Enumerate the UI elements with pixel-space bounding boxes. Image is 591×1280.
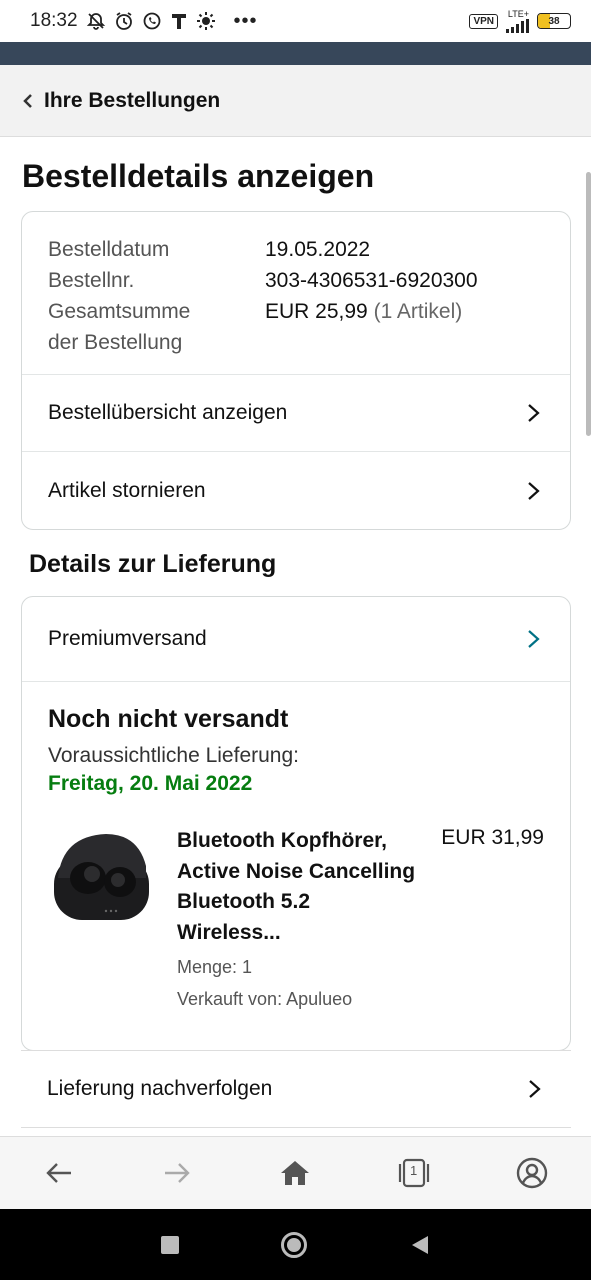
account-icon [516, 1157, 548, 1189]
order-meta: Bestelldatum 19.05.2022 Bestellnr. 303-4… [22, 212, 570, 375]
order-date-label: Bestelldatum [48, 238, 170, 261]
network-type: LTE+ [507, 8, 529, 19]
item-title[interactable]: Bluetooth Kopfhörer, Active Noise Cancel… [177, 826, 417, 948]
order-info-card: Bestelldatum 19.05.2022 Bestellnr. 303-4… [21, 211, 571, 530]
expected-delivery-label: Voraussichtliche Lieferung: [48, 744, 299, 767]
chevron-left-icon [23, 93, 32, 108]
back-to-orders[interactable]: Ihre Bestellungen [0, 65, 591, 137]
account-button[interactable] [502, 1143, 562, 1203]
home-nav-button[interactable] [281, 1231, 308, 1258]
item-info: Bluetooth Kopfhörer, Active Noise Cancel… [177, 826, 417, 1012]
item-seller: Verkauft von: Apulueo [177, 989, 353, 1009]
shipping-type-link[interactable]: Premiumversand [22, 597, 570, 682]
chevron-right-icon [528, 404, 540, 422]
whatsapp-icon [143, 12, 160, 30]
delivery-section-title: Details zur Lieferung [29, 550, 277, 578]
order-total-amount: EUR 25,99 [265, 300, 368, 323]
expected-delivery-date: Freitag, 20. Mai 2022 [48, 772, 253, 795]
tabs-button[interactable]: 1 [384, 1143, 444, 1203]
order-total-label: Gesamtsumme der Bestellung [48, 296, 265, 358]
battery-icon: 38 [537, 13, 571, 29]
chevron-right-icon [529, 1080, 541, 1098]
order-total-items: (1 Artikel) [373, 300, 463, 323]
back-button[interactable] [29, 1143, 89, 1203]
back-arrow-icon [46, 1163, 72, 1183]
vpn-badge: VPN [469, 13, 498, 29]
track-delivery-link[interactable]: Lieferung nachverfolgen [21, 1050, 571, 1128]
status-right: VPN LTE+ 38 [469, 8, 571, 33]
track-delivery-label: Lieferung nachverfolgen [47, 1077, 273, 1100]
order-date-value: 19.05.2022 [265, 238, 371, 261]
status-bar: 18:32 ••• VPN LTE+ 38 [0, 0, 591, 42]
status-icons: ••• [86, 10, 258, 33]
more-dots-icon: ••• [233, 9, 258, 32]
forward-arrow-icon [165, 1163, 190, 1183]
brightness-icon [196, 12, 215, 30]
shipment: Noch nicht versandt Voraussichtliche Lie… [22, 682, 570, 1032]
status-time: 18:32 [30, 10, 78, 31]
mute-bell-icon [86, 13, 105, 30]
cancel-items-label: Artikel stornieren [48, 478, 206, 502]
signal-indicator: LTE+ [506, 8, 529, 33]
order-total-label-line2: der Bestellung [48, 331, 183, 354]
android-nav-bar [0, 1209, 591, 1280]
chevron-right-icon [528, 481, 540, 500]
alarm-icon [115, 12, 132, 30]
battery-level: 38 [548, 15, 560, 27]
forward-button[interactable] [147, 1143, 207, 1203]
home-button[interactable] [265, 1143, 325, 1203]
order-total-label-line1: Gesamtsumme [48, 300, 191, 323]
app-top-bar [0, 42, 591, 65]
home-icon [281, 1161, 310, 1185]
chevron-right-icon [528, 630, 540, 648]
signal-bars-icon [506, 18, 529, 33]
earbuds-product-image[interactable] [48, 826, 153, 931]
recents-button[interactable] [161, 1235, 180, 1254]
delivery-card: Premiumversand Noch nicht versandt Vorau… [21, 596, 571, 1051]
shipping-type-label: Premiumversand [48, 627, 207, 650]
back-nav-button[interactable] [410, 1234, 430, 1256]
item-price: EUR 31,99 [441, 826, 544, 849]
cancel-items-link[interactable]: Artikel stornieren [22, 452, 570, 529]
shipment-status: Noch nicht versandt [48, 705, 289, 733]
order-summary-label: Bestellübersicht anzeigen [48, 401, 288, 424]
bottom-toolbar: 1 [0, 1136, 591, 1209]
order-number-label: Bestellnr. [48, 269, 135, 292]
tab-count: 1 [410, 1163, 418, 1178]
item-quantity: Menge: 1 [177, 957, 253, 977]
back-label: Ihre Bestellungen [44, 88, 221, 112]
order-summary-link[interactable]: Bestellübersicht anzeigen [22, 375, 570, 452]
order-total-value: EUR 25,99 (1 Artikel) [265, 296, 462, 358]
page-title: Bestelldetails anzeigen [22, 158, 375, 194]
scrollbar[interactable] [586, 172, 591, 436]
t-icon [171, 14, 186, 29]
order-number-value: 303-4306531-6920300 [265, 269, 478, 292]
order-item[interactable]: Bluetooth Kopfhörer, Active Noise Cancel… [48, 826, 544, 1012]
